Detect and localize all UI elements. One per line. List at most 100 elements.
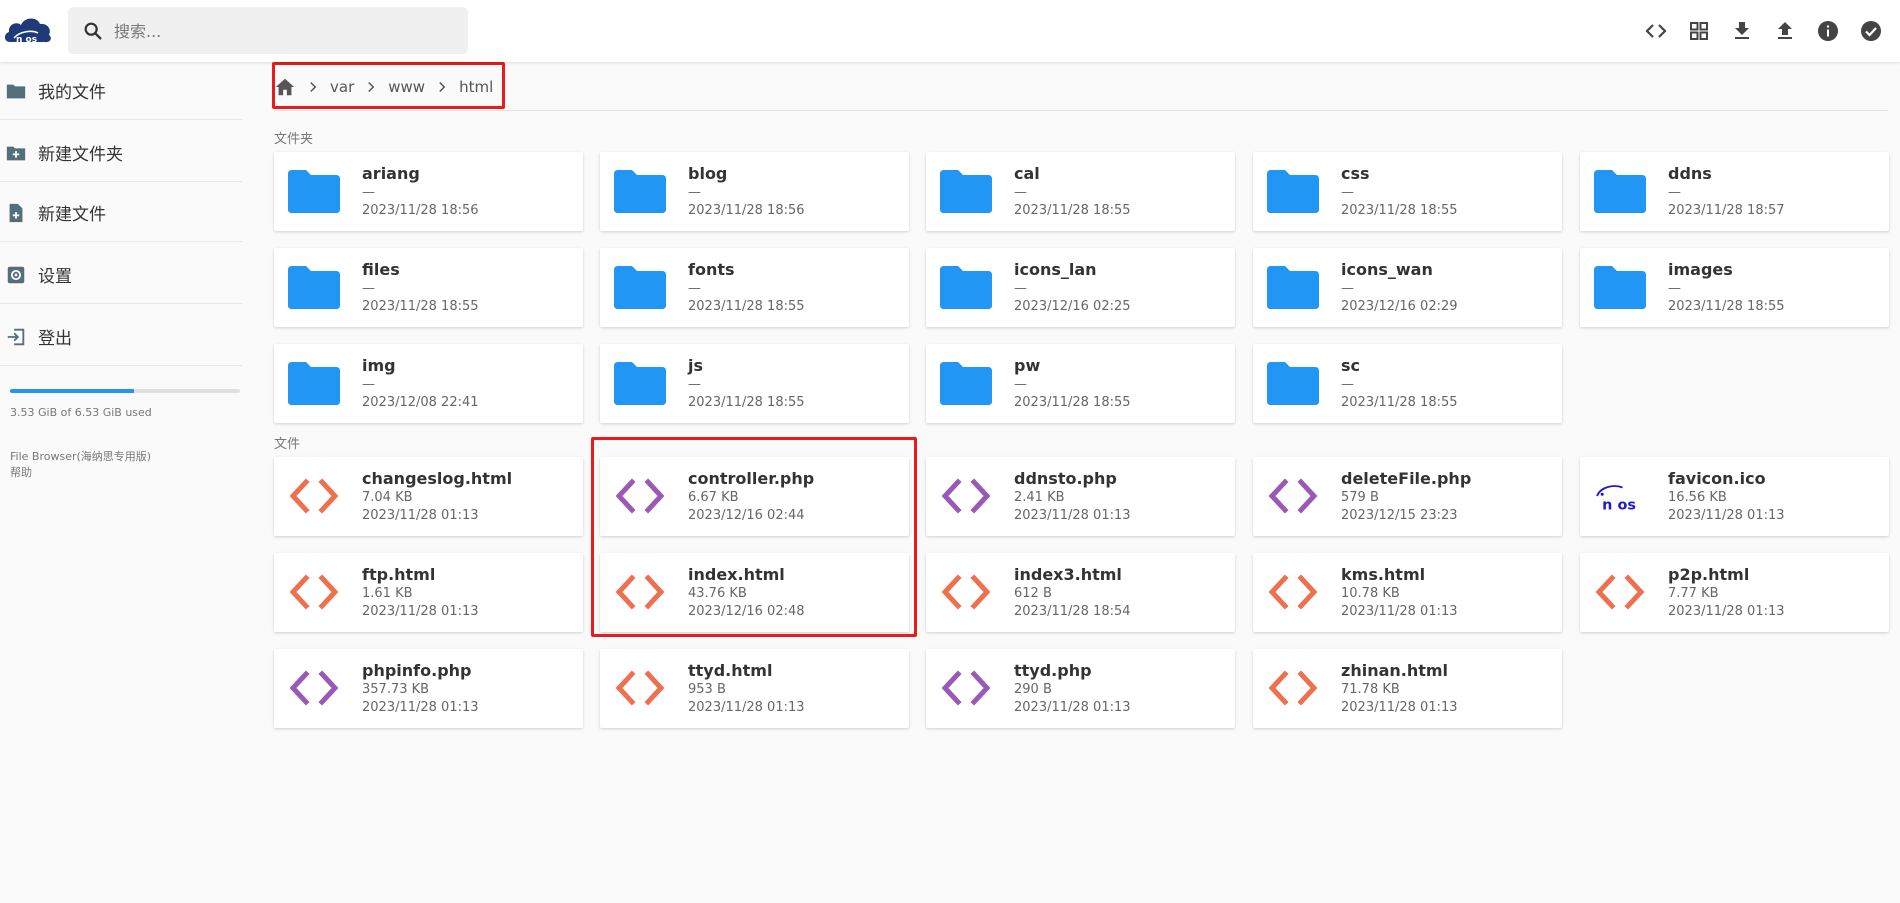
file-card[interactable]: kms.html 10.78 KB 2023/11/28 01:13	[1253, 553, 1562, 632]
item-modified-date: 2023/11/28 01:13	[362, 604, 479, 619]
header-actions	[1634, 10, 1892, 52]
sidebar-item-logout[interactable]: 登出	[0, 308, 242, 366]
folder-card[interactable]: cal — 2023/11/28 18:55	[926, 152, 1235, 231]
item-name: fonts	[688, 260, 735, 279]
breadcrumb-divider	[274, 110, 1888, 111]
file-card[interactable]: controller.php 6.67 KB 2023/12/16 02:44	[600, 457, 909, 536]
folder-card[interactable]: ariang — 2023/11/28 18:56	[274, 152, 583, 231]
switch-view-button[interactable]	[1677, 10, 1720, 52]
folder-card[interactable]: pw — 2023/11/28 18:55	[926, 344, 1235, 423]
file-card[interactable]: index.html 43.76 KB 2023/12/16 02:48	[600, 553, 909, 632]
info-button[interactable]	[1806, 10, 1849, 52]
item-size: —	[688, 185, 701, 200]
folder-icon	[940, 362, 992, 405]
item-icon-wrap	[1592, 167, 1648, 215]
folder-icon	[940, 170, 992, 213]
toggle-code-button[interactable]	[1634, 10, 1677, 52]
folder-card[interactable]: ddns — 2023/11/28 18:57	[1580, 152, 1889, 231]
file-card[interactable]: changeslog.html 7.04 KB 2023/11/28 01:13	[274, 457, 583, 536]
item-icon-wrap	[612, 359, 668, 407]
select-multiple-button[interactable]	[1849, 10, 1892, 52]
item-name: images	[1668, 260, 1733, 279]
file-card[interactable]: ftp.html 1.61 KB 2023/11/28 01:13	[274, 553, 583, 632]
folder-card[interactable]: fonts — 2023/11/28 18:55	[600, 248, 909, 327]
chevron-right-icon	[439, 81, 446, 93]
breadcrumb-item[interactable]: var	[296, 78, 354, 96]
item-size: 612 B	[1014, 586, 1052, 601]
folder-card[interactable]: icons_wan — 2023/12/16 02:29	[1253, 248, 1562, 327]
code-icon	[1595, 574, 1645, 610]
nos-logo[interactable]: n os	[2, 12, 54, 50]
code-icon	[289, 574, 339, 610]
code-icon	[289, 478, 339, 514]
item-modified-date: 2023/11/28 01:13	[1668, 508, 1785, 523]
folder-card[interactable]: css — 2023/11/28 18:55	[1253, 152, 1562, 231]
item-icon-wrap	[612, 472, 668, 520]
settings-icon	[4, 263, 28, 287]
upload-button[interactable]	[1763, 10, 1806, 52]
folders-section-label: 文件夹	[274, 132, 314, 147]
item-name: ttyd.php	[1014, 661, 1092, 680]
file-card[interactable]: index3.html 612 B 2023/11/28 18:54	[926, 553, 1235, 632]
item-name: zhinan.html	[1341, 661, 1449, 680]
search-input[interactable]	[112, 7, 456, 56]
sidebar-item-label: 新建文件	[38, 205, 106, 225]
folder-card[interactable]: sc — 2023/11/28 18:55	[1253, 344, 1562, 423]
file-card[interactable]: ttyd.php 290 B 2023/11/28 01:13	[926, 649, 1235, 728]
folder-icon	[1594, 266, 1646, 309]
item-modified-date: 2023/11/28 01:13	[1341, 700, 1458, 715]
sidebar-item-settings[interactable]: 设置	[0, 246, 242, 304]
file-card[interactable]: n os favicon.ico 16.56 KB 2023/11/28 01:13	[1580, 457, 1889, 536]
item-name: files	[362, 260, 400, 279]
item-icon-wrap	[1592, 263, 1648, 311]
folder-icon	[1267, 362, 1319, 405]
sidebar-item-new-file[interactable]: 新建文件	[0, 184, 242, 242]
file-card[interactable]: ddnsto.php 2.41 KB 2023/11/28 01:13	[926, 457, 1235, 536]
sidebar-item-new-folder[interactable]: 新建文件夹	[0, 124, 242, 182]
item-size: —	[1014, 185, 1027, 200]
sidebar-item-my-files[interactable]: 我的文件	[0, 62, 242, 120]
help-link[interactable]: 帮助	[10, 464, 32, 480]
item-name: ttyd.html	[688, 661, 773, 680]
search-box[interactable]	[68, 7, 468, 56]
item-icon-wrap	[1265, 568, 1321, 616]
item-name: ddns	[1668, 164, 1712, 183]
item-icon-wrap	[938, 167, 994, 215]
item-size: —	[1668, 185, 1681, 200]
file-card[interactable]: zhinan.html 71.78 KB 2023/11/28 01:13	[1253, 649, 1562, 728]
folder-card[interactable]: blog — 2023/11/28 18:56	[600, 152, 909, 231]
item-icon-wrap	[1265, 167, 1321, 215]
item-icon-wrap	[612, 664, 668, 712]
folder-card[interactable]: js — 2023/11/28 18:55	[600, 344, 909, 423]
item-icon-wrap	[612, 263, 668, 311]
item-name: blog	[688, 164, 728, 183]
folder-icon	[1267, 266, 1319, 309]
item-icon-wrap	[938, 568, 994, 616]
folder-icon	[4, 79, 28, 103]
folder-card[interactable]: icons_lan — 2023/12/16 02:25	[926, 248, 1235, 327]
item-size: 10.78 KB	[1341, 586, 1400, 601]
chevron-right-icon	[310, 81, 317, 93]
folder-card[interactable]: img — 2023/12/08 22:41	[274, 344, 583, 423]
item-name: css	[1341, 164, 1370, 183]
breadcrumb-item[interactable]: www	[354, 78, 425, 96]
item-modified-date: 2023/11/28 18:54	[1014, 604, 1131, 619]
item-modified-date: 2023/11/28 18:55	[1341, 203, 1458, 218]
breadcrumb-item[interactable]: html	[425, 78, 493, 96]
file-card[interactable]: phpinfo.php 357.73 KB 2023/11/28 01:13	[274, 649, 583, 728]
file-card[interactable]: ttyd.html 953 B 2023/11/28 01:13	[600, 649, 909, 728]
nos-image-icon: n os	[1596, 485, 1636, 514]
item-size: 7.77 KB	[1668, 586, 1719, 601]
search-icon	[84, 22, 102, 40]
folder-card[interactable]: files — 2023/11/28 18:55	[274, 248, 583, 327]
download-button[interactable]	[1720, 10, 1763, 52]
item-name: ariang	[362, 164, 420, 183]
breadcrumb-home[interactable]	[274, 76, 296, 98]
item-modified-date: 2023/12/16 02:29	[1341, 299, 1458, 314]
folder-card[interactable]: images — 2023/11/28 18:55	[1580, 248, 1889, 327]
file-card[interactable]: deleteFile.php 579 B 2023/12/15 23:23	[1253, 457, 1562, 536]
app-name-link[interactable]: File Browser(海纳思专用版)	[10, 448, 151, 464]
folder-icon	[288, 266, 340, 309]
file-card[interactable]: p2p.html 7.77 KB 2023/11/28 01:13	[1580, 553, 1889, 632]
folder-icon	[288, 362, 340, 405]
